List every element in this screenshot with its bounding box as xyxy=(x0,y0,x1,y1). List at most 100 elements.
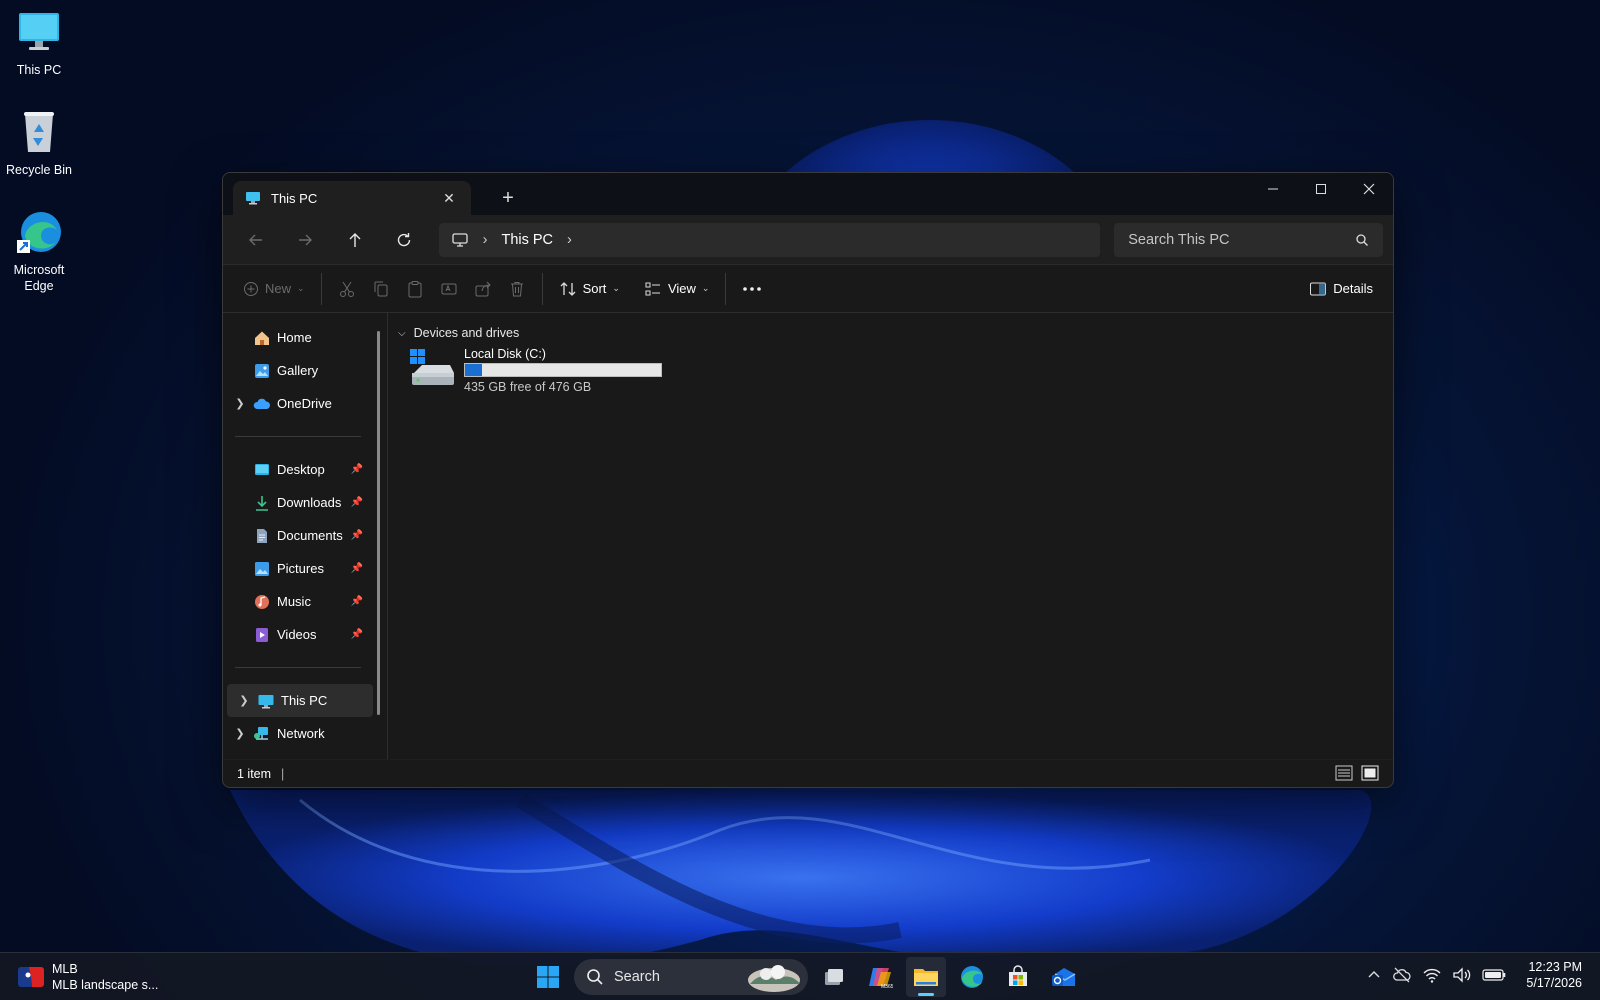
file-explorer-window: This PC ✕ + › This PC › Search This PC N… xyxy=(222,172,1394,788)
breadcrumb-this-pc[interactable]: This PC xyxy=(501,232,553,248)
details-button-label: Details xyxy=(1333,281,1373,296)
paste-button[interactable] xyxy=(398,271,432,307)
drive-free-space: 435 GB free of 476 GB xyxy=(464,380,592,394)
drive-usage-bar xyxy=(464,363,662,377)
desktop-icon-this-pc[interactable]: This PC xyxy=(1,8,77,78)
close-tab-icon[interactable]: ✕ xyxy=(439,190,459,207)
music-icon xyxy=(255,594,269,609)
sort-button[interactable]: Sort ⌄ xyxy=(551,271,628,307)
group-header-label: Devices and drives xyxy=(413,326,520,340)
drive-item[interactable]: Local Disk (C:) 435 GB free of 476 GB xyxy=(408,347,1385,395)
address-bar[interactable]: › This PC › xyxy=(438,222,1101,257)
sidebar-item-home[interactable]: Home xyxy=(223,321,369,354)
chevron-up-icon[interactable] xyxy=(1366,967,1382,983)
sidebar-item-label: Desktop xyxy=(277,462,325,477)
network-icon xyxy=(254,726,268,740)
copy-button[interactable] xyxy=(364,271,398,307)
up-button[interactable] xyxy=(332,222,377,258)
start-button[interactable] xyxy=(528,957,568,997)
battery-icon[interactable] xyxy=(1482,968,1506,982)
chevron-right-icon[interactable]: › xyxy=(483,232,488,248)
view-button[interactable]: View ⌄ xyxy=(636,271,718,307)
chevron-right-icon[interactable]: ❯ xyxy=(233,727,247,740)
search-input[interactable]: Search This PC xyxy=(1128,232,1229,248)
arrow-up-icon xyxy=(349,232,361,247)
cut-button[interactable] xyxy=(330,271,364,307)
details-button[interactable]: Details xyxy=(1301,271,1381,307)
window-controls xyxy=(1249,173,1393,205)
close-window-button[interactable] xyxy=(1345,173,1393,205)
large-icons-view-icon[interactable] xyxy=(1361,765,1379,781)
taskbar-search[interactable]: Search xyxy=(574,959,808,995)
sidebar-item-downloads[interactable]: Downloads 📌 xyxy=(223,486,369,519)
new-tab-button[interactable]: + xyxy=(493,183,523,213)
file-explorer-taskbar-button[interactable] xyxy=(906,957,946,997)
drive-usage-fill xyxy=(465,364,482,376)
refresh-icon xyxy=(397,232,411,246)
share-icon xyxy=(475,281,491,296)
sidebar-item-label: Downloads xyxy=(277,495,342,510)
details-view-icon[interactable] xyxy=(1335,765,1353,781)
store-taskbar-button[interactable] xyxy=(998,957,1038,997)
outlook-taskbar-button[interactable] xyxy=(1044,957,1084,997)
desktop-icon-recycle-bin[interactable]: Recycle Bin xyxy=(1,108,77,178)
sidebar-item-pictures[interactable]: Pictures 📌 xyxy=(223,552,369,585)
new-button[interactable]: New ⌄ xyxy=(235,271,313,307)
monitor-icon xyxy=(246,192,260,205)
clock[interactable]: 12:23 PM 5/17/2026 xyxy=(1526,959,1582,992)
desktop-icon-label: Recycle Bin xyxy=(6,163,72,177)
system-tray: 12:23 PM 5/17/2026 xyxy=(1366,959,1582,992)
sidebar-item-music[interactable]: Music 📌 xyxy=(223,585,369,618)
widgets-button[interactable]: MLB MLB landscape s... xyxy=(18,961,158,994)
maximize-button[interactable] xyxy=(1297,173,1345,205)
recycle-bin-icon xyxy=(24,112,54,152)
forward-button[interactable] xyxy=(282,222,327,258)
sidebar-divider xyxy=(235,667,361,668)
sidebar-item-gallery[interactable]: Gallery xyxy=(223,354,369,387)
new-button-label: New xyxy=(265,281,292,296)
search-box[interactable]: Search This PC xyxy=(1114,222,1384,257)
desktop-icon-edge[interactable]: Microsoft Edge xyxy=(1,208,77,295)
sidebar-item-documents[interactable]: Documents 📌 xyxy=(223,519,369,552)
sidebar-item-network[interactable]: ❯ Network xyxy=(223,717,369,750)
group-header-devices[interactable]: ⌵ Devices and drives xyxy=(396,323,1385,343)
view-list-icon xyxy=(645,282,660,295)
cloud-icon xyxy=(253,398,270,409)
sidebar-item-label: Pictures xyxy=(277,561,324,576)
more-options-button[interactable] xyxy=(734,271,770,307)
sidebar-item-videos[interactable]: Videos 📌 xyxy=(223,618,369,651)
clipboard-icon xyxy=(408,280,422,297)
delete-button[interactable] xyxy=(500,271,534,307)
widget-subtitle: MLB landscape s... xyxy=(52,978,159,993)
pin-icon: 📌 xyxy=(350,530,363,541)
share-button[interactable] xyxy=(466,271,500,307)
minimize-button[interactable] xyxy=(1249,173,1297,205)
chevron-right-icon[interactable]: › xyxy=(567,232,572,248)
refresh-button[interactable] xyxy=(381,222,426,258)
sidebar-item-this-pc[interactable]: ❯ This PC xyxy=(227,684,373,717)
pin-icon: 📌 xyxy=(350,596,363,607)
tab-this-pc[interactable]: This PC ✕ xyxy=(233,181,471,215)
m365-copilot-button[interactable]: M365 xyxy=(860,957,900,997)
sort-icon xyxy=(560,281,576,296)
home-icon xyxy=(255,331,269,345)
sidebar-divider xyxy=(235,436,361,437)
gallery-icon xyxy=(255,363,269,378)
rename-button[interactable] xyxy=(432,271,466,307)
edge-taskbar-button[interactable] xyxy=(952,957,992,997)
desktop-icon-label: Microsoft Edge xyxy=(13,263,65,294)
pin-icon: 📌 xyxy=(350,629,363,640)
wifi-icon[interactable] xyxy=(1422,966,1442,984)
task-view-button[interactable] xyxy=(814,957,854,997)
sidebar-item-desktop[interactable]: Desktop 📌 xyxy=(223,453,369,486)
sidebar-scrollbar[interactable] xyxy=(377,331,380,715)
back-button[interactable] xyxy=(233,222,278,258)
status-bar: 1 item | xyxy=(223,759,1393,787)
sidebar-item-onedrive[interactable]: ❯ OneDrive xyxy=(223,387,369,420)
cloud-off-icon[interactable] xyxy=(1392,966,1412,984)
search-icon xyxy=(1356,233,1368,246)
chevron-right-icon[interactable]: ❯ xyxy=(237,694,251,707)
chevron-right-icon[interactable]: ❯ xyxy=(233,397,247,410)
sidebar-item-label: This PC xyxy=(281,693,328,708)
volume-icon[interactable] xyxy=(1452,966,1472,984)
